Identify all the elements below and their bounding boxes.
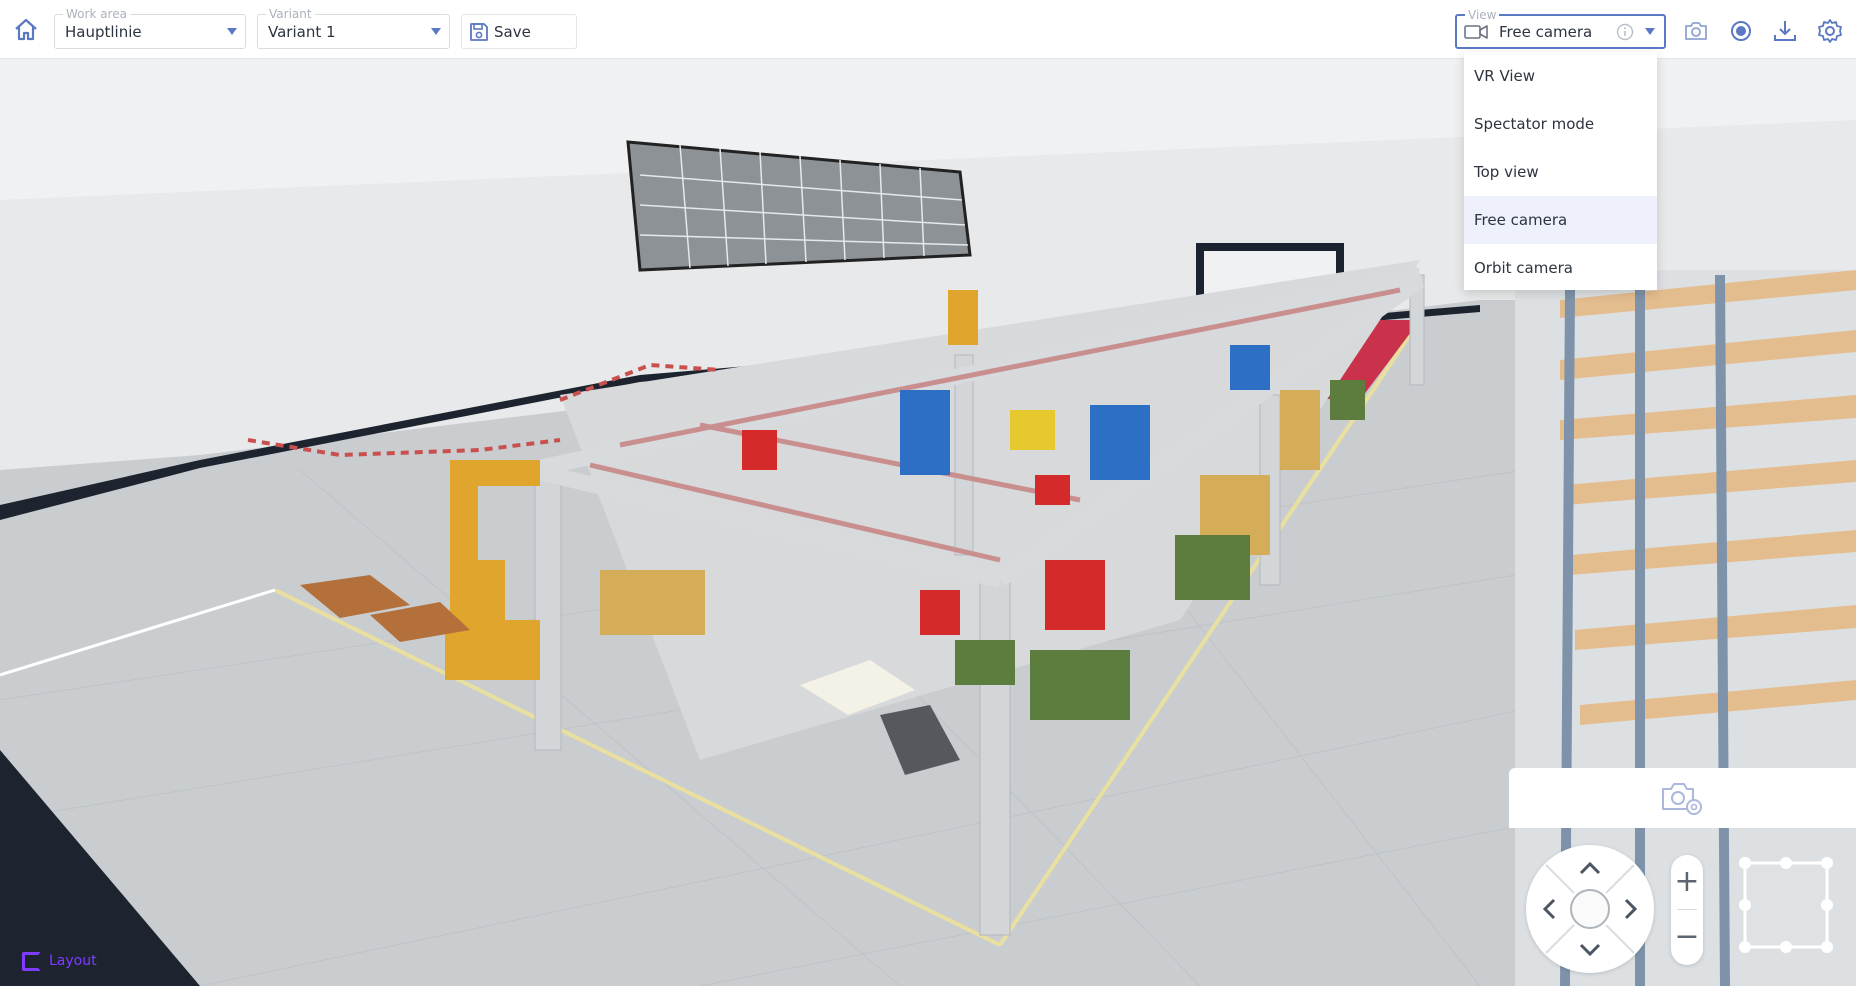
record-icon <box>1731 21 1751 41</box>
chevron-left-icon <box>1542 898 1556 920</box>
menu-item-free-camera[interactable]: Free camera <box>1464 196 1657 244</box>
download-button[interactable] <box>1772 18 1798 44</box>
recenter-button[interactable] <box>1570 889 1610 929</box>
view-dropdown-menu: VR View Spectator mode Top view Free cam… <box>1464 52 1657 290</box>
chevron-down-icon <box>1645 28 1655 35</box>
zoom-out-button[interactable]: − <box>1671 912 1703 962</box>
pan-down-button[interactable] <box>1572 931 1608 967</box>
variant-select[interactable]: Variant Variant 1 <box>257 7 450 49</box>
view-select[interactable]: View Free camera <box>1455 8 1666 49</box>
save-button[interactable]: Save <box>461 14 577 49</box>
minus-icon: − <box>1674 919 1700 954</box>
work-area-select[interactable]: Work area Hauptlinie <box>54 7 246 49</box>
menu-item-spectator-mode[interactable]: Spectator mode <box>1464 100 1657 148</box>
robot-arm-back <box>948 290 978 345</box>
home-button[interactable] <box>12 16 40 44</box>
variant-label: Variant <box>266 7 315 21</box>
work-area-value: Hauptlinie <box>65 23 142 41</box>
info-icon[interactable] <box>1616 23 1634 41</box>
layout-logo-icon <box>22 952 41 971</box>
minimap-frame[interactable] <box>1737 855 1836 955</box>
download-icon <box>1774 21 1796 41</box>
camera-snapshot-panel[interactable] <box>1509 768 1856 828</box>
top-toolbar: Work area Hauptlinie Variant Variant 1 S… <box>0 0 1856 59</box>
gear-icon <box>1818 19 1842 43</box>
record-button[interactable] <box>1728 18 1754 44</box>
screenshot-button[interactable] <box>1683 18 1709 44</box>
save-icon <box>470 23 488 41</box>
chevron-right-icon <box>1624 898 1638 920</box>
zoom-in-button[interactable]: + <box>1671 857 1703 907</box>
pan-up-button[interactable] <box>1572 851 1608 887</box>
settings-button[interactable] <box>1817 18 1843 44</box>
chevron-down-icon <box>431 28 441 35</box>
chevron-up-icon <box>1579 861 1601 875</box>
camera-direction-pad <box>1526 845 1654 973</box>
minimap-icon <box>1739 857 1833 953</box>
chevron-down-icon <box>227 28 237 35</box>
variant-value: Variant 1 <box>268 23 336 41</box>
plus-icon: + <box>1674 864 1700 899</box>
home-icon <box>15 18 37 41</box>
work-area-label: Work area <box>63 7 130 21</box>
view-label: View <box>1465 8 1500 22</box>
chevron-down-icon <box>1579 943 1601 957</box>
zoom-control: + − <box>1671 855 1703 965</box>
camera-settings-icon <box>1662 783 1702 815</box>
video-camera-icon <box>1464 25 1488 39</box>
menu-item-orbit-camera[interactable]: Orbit camera <box>1464 244 1657 292</box>
menu-item-vr-view[interactable]: VR View <box>1464 52 1657 100</box>
pan-left-button[interactable] <box>1532 891 1568 927</box>
view-value: Free camera <box>1499 23 1593 41</box>
save-label: Save <box>494 23 531 41</box>
zoom-divider <box>1677 909 1697 910</box>
layout-label: Layout <box>49 953 97 969</box>
menu-item-top-view[interactable]: Top view <box>1464 148 1657 196</box>
camera-icon <box>1685 22 1707 40</box>
pan-right-button[interactable] <box>1612 891 1648 927</box>
